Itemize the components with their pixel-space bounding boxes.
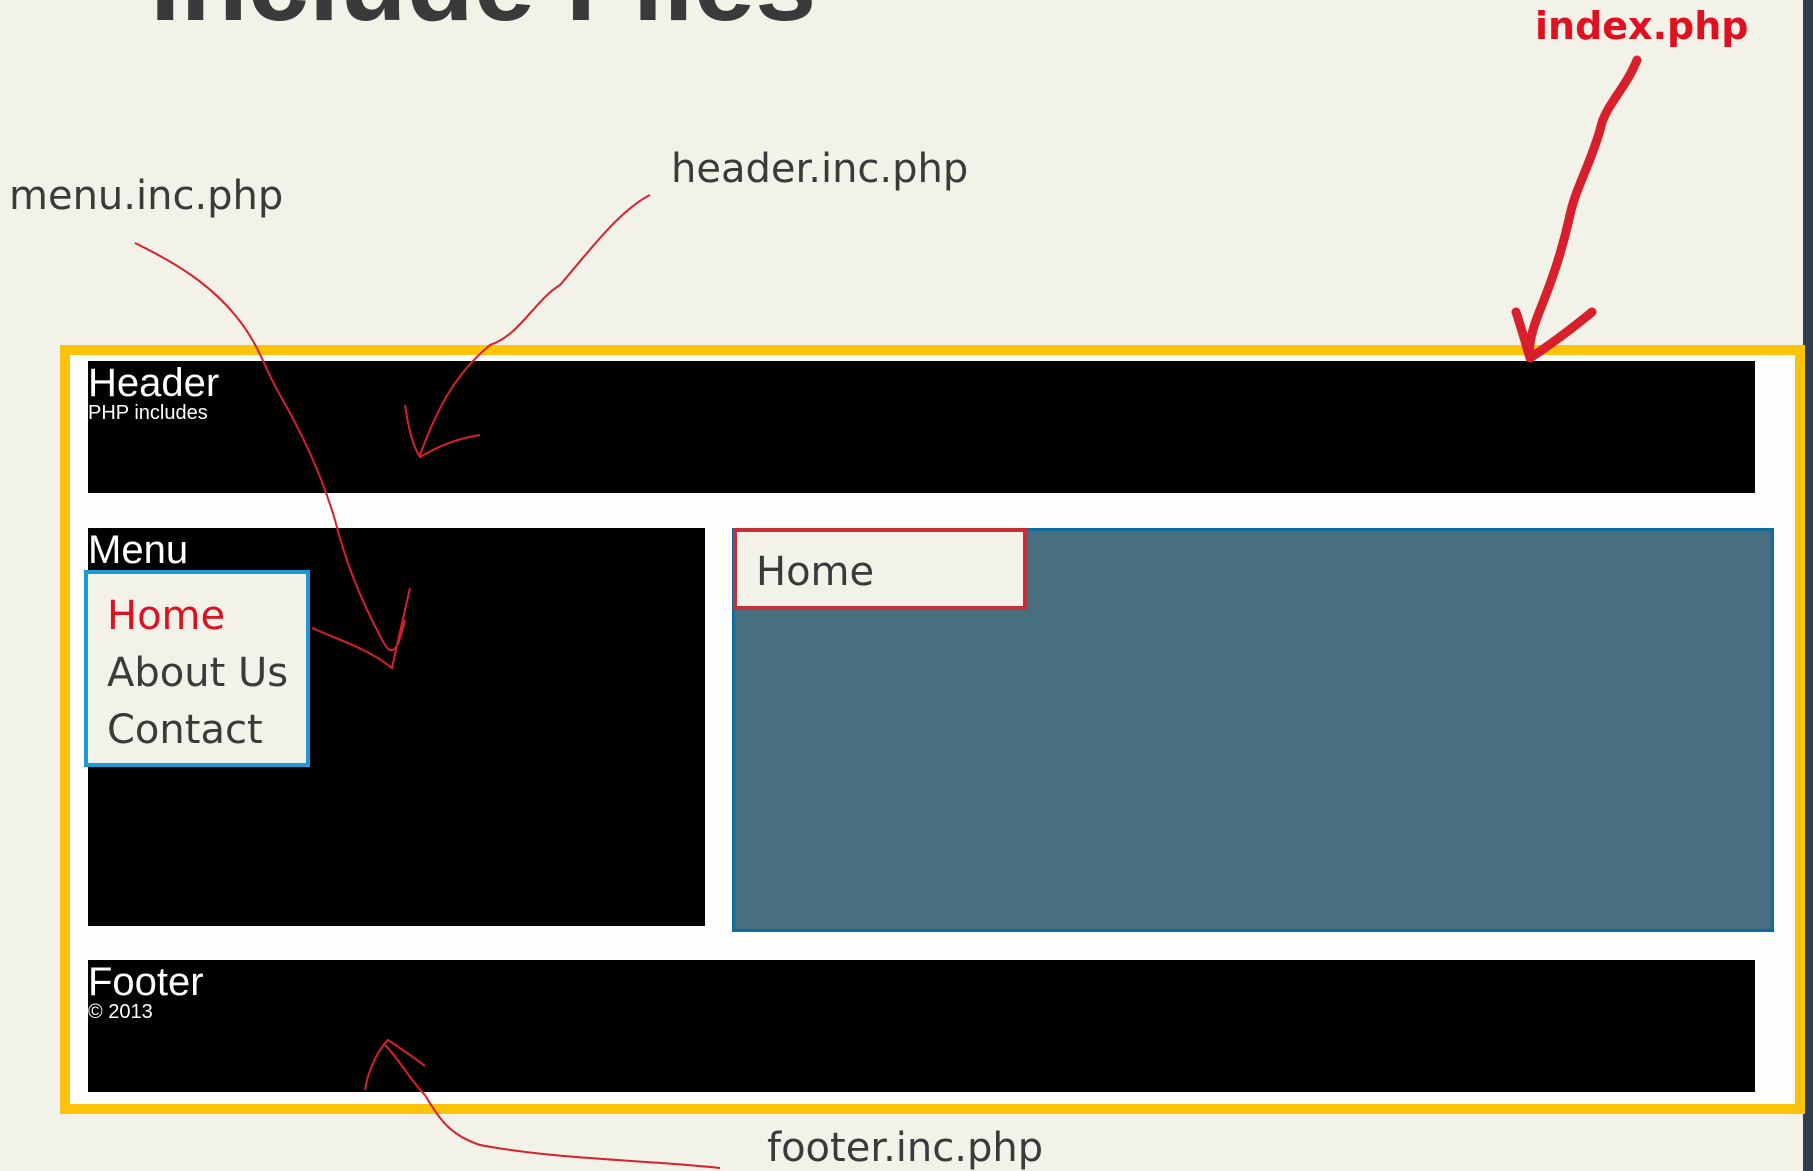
- footer-arrow-icon: [384, 1044, 721, 1169]
- annotation-arrows: [134, 55, 1642, 1169]
- menu-arrow-icon: [134, 242, 406, 652]
- header-arrow-icon: [419, 194, 651, 456]
- index-arrow-icon: [1525, 55, 1642, 363]
- index-arrowhead-icon: [1511, 307, 1597, 363]
